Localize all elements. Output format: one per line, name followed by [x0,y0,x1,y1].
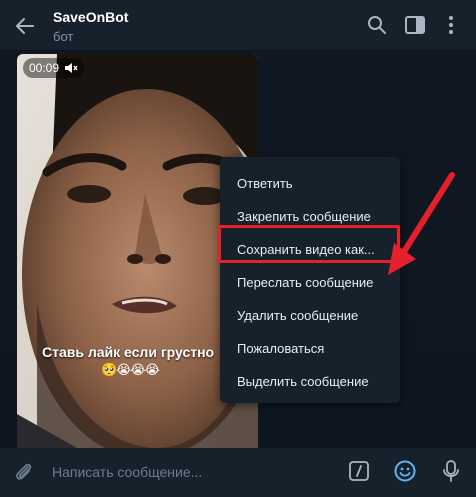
chat-title[interactable]: SaveOnBot [53,9,128,25]
context-menu: Ответить Закрепить сообщение Сохранить в… [220,157,400,403]
message-input[interactable] [52,460,322,484]
speaker-muted-icon[interactable] [64,62,78,74]
search-icon[interactable] [366,14,388,36]
bot-command-icon[interactable] [348,460,370,482]
more-vertical-icon[interactable] [440,14,462,36]
video-duration-badge: 00:09 [23,58,85,78]
smiley-icon[interactable] [393,459,417,483]
chat-area: 00:09 Ставь лайк если грустно 🥺😭😭😭 Ответ… [0,51,476,448]
microphone-icon[interactable] [440,459,462,483]
video-duration: 00:09 [29,61,60,75]
chat-header: SaveOnBot бот [0,0,476,51]
message-composer [0,448,476,497]
caption-emojis: 🥺😭😭😭 [101,362,160,377]
menu-item-forward[interactable]: Переслать сообщение [220,266,400,299]
menu-item-report[interactable]: Пожаловаться [220,332,400,365]
menu-item-select[interactable]: Выделить сообщение [220,365,400,398]
menu-item-delete[interactable]: Удалить сообщение [220,299,400,332]
annotation-highlight-box [218,225,400,263]
menu-item-reply[interactable]: Ответить [220,167,400,200]
sidebar-toggle-icon[interactable] [404,14,426,36]
back-arrow-icon[interactable] [12,13,38,39]
paperclip-icon[interactable] [12,460,36,484]
chat-subtitle: бот [53,29,74,44]
annotation-arrow-icon [388,172,455,275]
